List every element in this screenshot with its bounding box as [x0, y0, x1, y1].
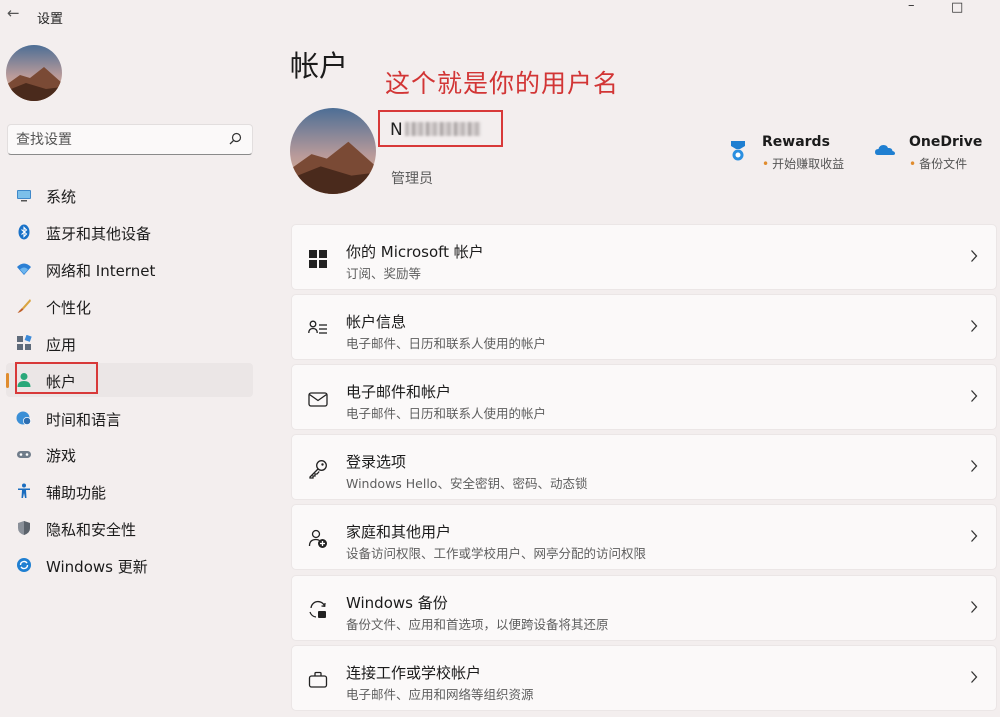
- cloud-icon: [875, 145, 895, 155]
- card-title: 登录选项: [346, 453, 407, 471]
- badge-subtitle: • 开始赚取收益: [762, 157, 845, 171]
- chevron-right-icon: [971, 250, 978, 262]
- windows-logo-icon: [309, 250, 327, 268]
- sidebar-item-label: 应用: [46, 336, 77, 354]
- card-title: 家庭和其他用户: [346, 523, 452, 541]
- minimize-button[interactable]: –: [908, 0, 915, 13]
- sidebar-item-apps[interactable]: 应用: [6, 326, 253, 360]
- sidebar-item-privacy[interactable]: 隐私和安全性: [6, 511, 253, 545]
- chevron-right-icon: [971, 671, 978, 683]
- chevron-right-icon: [971, 530, 978, 542]
- page-title: 帐户: [290, 49, 349, 83]
- update-icon: [17, 558, 31, 572]
- sidebar-item-bluetooth[interactable]: 蓝牙和其他设备: [6, 215, 253, 249]
- badge-title: OneDrive: [909, 134, 983, 150]
- rewards-icon: [731, 141, 745, 161]
- sidebar-item-windows-update[interactable]: Windows 更新: [6, 548, 253, 582]
- card-title: 帐户信息: [346, 313, 407, 331]
- shield-icon: [18, 521, 30, 535]
- card-title: 连接工作或学校帐户: [346, 664, 482, 682]
- sidebar-item-label: 游戏: [46, 447, 77, 465]
- profile-avatar[interactable]: [290, 108, 376, 194]
- card-microsoft-account[interactable]: 你的 Microsoft 帐户 订阅、奖励等: [291, 224, 997, 290]
- family-icon: [308, 529, 327, 548]
- wifi-icon: [17, 263, 31, 275]
- sidebar-item-gaming[interactable]: 游戏: [6, 437, 253, 471]
- chevron-right-icon: [971, 460, 978, 472]
- search-input[interactable]: [16, 125, 226, 154]
- search-box: [7, 124, 253, 155]
- annotation-text: 这个就是你的用户名: [385, 69, 620, 98]
- sidebar-item-system[interactable]: 系统: [6, 178, 253, 212]
- badge-title: Rewards: [762, 134, 830, 150]
- card-subtitle: 设备访问权限、工作或学校用户、网亭分配的访问权限: [346, 546, 647, 561]
- sidebar-item-accessibility[interactable]: 辅助功能: [6, 474, 253, 508]
- card-work-school-account[interactable]: 连接工作或学校帐户 电子邮件、应用和网络等组织资源: [291, 645, 997, 711]
- gamepad-icon: [17, 451, 31, 458]
- brush-icon: [17, 299, 31, 313]
- sidebar-item-label: 系统: [46, 188, 77, 206]
- card-title: 你的 Microsoft 帐户: [346, 243, 484, 261]
- user-role: 管理员: [391, 171, 433, 187]
- monitor-icon: [17, 190, 31, 202]
- bluetooth-icon: [18, 224, 30, 240]
- card-email-accounts[interactable]: 电子邮件和帐户 电子邮件、日历和联系人使用的帐户: [291, 364, 997, 430]
- sidebar-item-label: 蓝牙和其他设备: [46, 225, 152, 243]
- sidebar-item-label: 个性化: [46, 299, 92, 317]
- card-family-other-users[interactable]: 家庭和其他用户 设备访问权限、工作或学校用户、网亭分配的访问权限: [291, 504, 997, 570]
- card-subtitle: Windows Hello、安全密钥、密码、动态锁: [346, 476, 588, 491]
- sidebar-item-label: 辅助功能: [46, 484, 107, 502]
- badge-subtitle: • 备份文件: [909, 157, 968, 171]
- backup-icon: [309, 600, 326, 618]
- chevron-right-icon: [971, 390, 978, 402]
- card-title: 电子邮件和帐户: [346, 383, 452, 401]
- briefcase-icon: [308, 671, 328, 688]
- back-arrow-icon[interactable]: ←: [7, 4, 20, 22]
- card-sign-in-options[interactable]: 登录选项 Windows Hello、安全密钥、密码、动态锁: [291, 434, 997, 500]
- sidebar-item-label: 时间和语言: [46, 411, 122, 429]
- card-windows-backup[interactable]: Windows 备份 备份文件、应用和首选项，以便跨设备将其还原: [291, 575, 997, 641]
- key-icon: [309, 460, 327, 479]
- mail-icon: [308, 392, 328, 407]
- card-subtitle: 备份文件、应用和首选项，以便跨设备将其还原: [346, 617, 609, 632]
- sidebar-item-label: Windows 更新: [46, 558, 148, 576]
- active-indicator: [6, 373, 9, 388]
- annotation-box-sidebar: [15, 362, 98, 394]
- chevron-right-icon: [971, 601, 978, 613]
- globe-clock-icon: [16, 411, 31, 425]
- sidebar-item-network[interactable]: 网络和 Internet: [6, 252, 253, 286]
- sidebar-item-time-language[interactable]: 时间和语言: [6, 401, 253, 435]
- card-subtitle: 电子邮件、日历和联系人使用的帐户: [346, 336, 547, 351]
- sidebar-item-label: 网络和 Internet: [46, 262, 156, 280]
- account-info-icon: [308, 320, 327, 334]
- card-title: Windows 备份: [346, 594, 448, 612]
- card-account-info[interactable]: 帐户信息 电子邮件、日历和联系人使用的帐户: [291, 294, 997, 360]
- sidebar-item-label: 隐私和安全性: [46, 521, 137, 539]
- card-subtitle: 订阅、奖励等: [346, 266, 422, 281]
- title-bar: ← 设置 – □: [0, 0, 1000, 32]
- card-subtitle: 电子邮件、日历和联系人使用的帐户: [346, 406, 547, 421]
- sidebar-avatar: [6, 45, 62, 101]
- annotation-box-username: [378, 110, 503, 147]
- chevron-right-icon: [971, 320, 978, 332]
- sidebar-item-personalization[interactable]: 个性化: [6, 289, 253, 323]
- maximize-button[interactable]: □: [951, 0, 963, 15]
- apps-icon: [17, 335, 32, 350]
- accessibility-icon: [18, 483, 30, 498]
- card-subtitle: 电子邮件、应用和网络等组织资源: [346, 687, 534, 702]
- search-icon[interactable]: [229, 132, 242, 145]
- app-title: 设置: [37, 12, 64, 27]
